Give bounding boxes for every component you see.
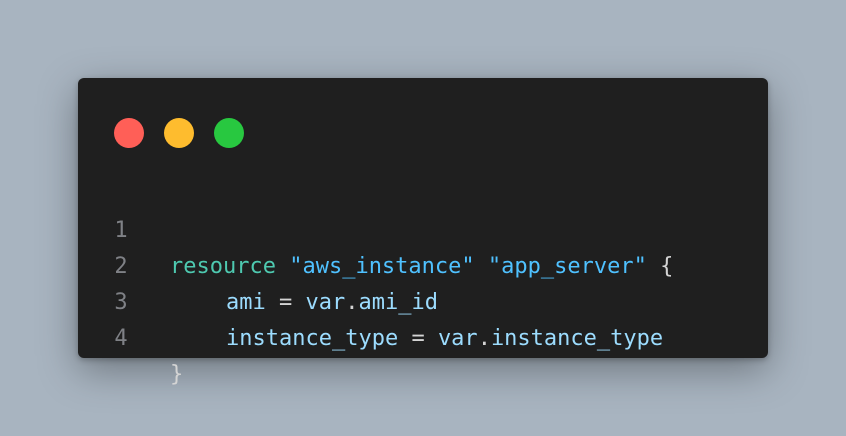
identifier-token: instance_type bbox=[490, 326, 664, 351]
maximize-button[interactable] bbox=[214, 118, 244, 148]
dot-token: . bbox=[477, 326, 491, 351]
line-content: instance_type = var.instance_type bbox=[170, 321, 663, 357]
identifier-token: instance_type bbox=[226, 326, 399, 351]
code-line: 2 ami = var.ami_id bbox=[78, 213, 768, 315]
brace-token: } bbox=[170, 362, 184, 387]
code-line: 1 resource "aws_instance" "app_server" { bbox=[78, 177, 768, 279]
code-line: 4 } bbox=[78, 285, 768, 387]
minimize-button[interactable] bbox=[164, 118, 194, 148]
code-line: 3 instance_type = var.instance_type bbox=[78, 249, 768, 351]
operator-token: = bbox=[411, 326, 425, 351]
window-controls bbox=[114, 118, 244, 148]
line-number: 4 bbox=[114, 326, 128, 351]
line-content: } bbox=[170, 357, 183, 393]
identifier-token: var bbox=[437, 326, 478, 351]
code-window: 1 resource "aws_instance" "app_server" {… bbox=[78, 78, 768, 387]
code-block: 1 resource "aws_instance" "app_server" {… bbox=[78, 177, 768, 387]
close-button[interactable] bbox=[114, 118, 144, 148]
